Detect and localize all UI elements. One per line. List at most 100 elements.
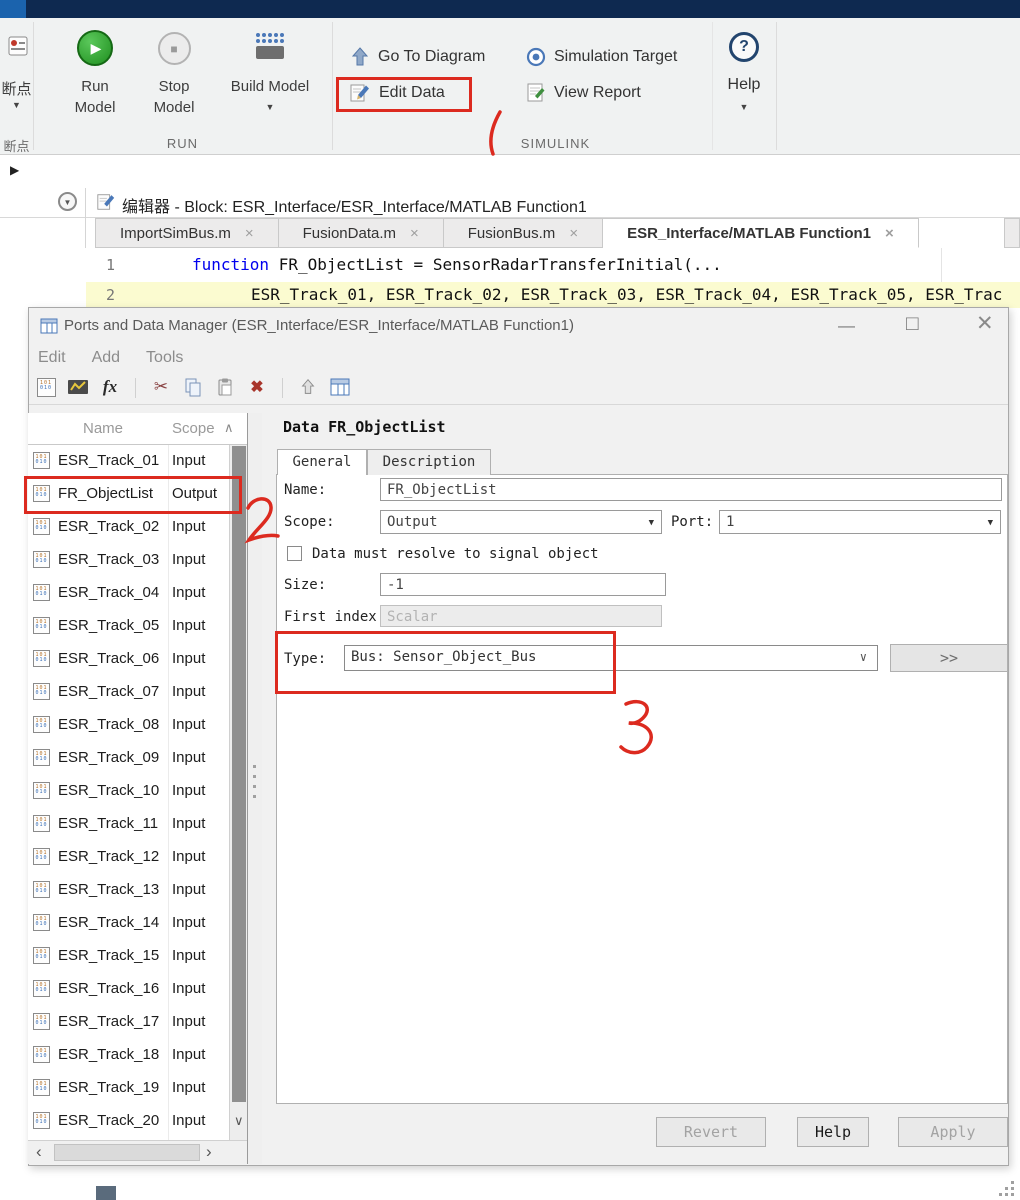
add-signal-icon[interactable] (66, 375, 90, 399)
scroll-down-icon[interactable]: ∨ (234, 1113, 244, 1129)
row-scope: Input (172, 914, 206, 931)
sort-ascending-icon[interactable]: ∧ (224, 420, 234, 436)
run-model-button[interactable]: ▶ Run Model (60, 26, 130, 138)
revert-button[interactable]: Revert (656, 1117, 766, 1147)
editor-tab-fusiondata-m[interactable]: FusionData.m × (278, 218, 444, 248)
ribbon-separator (33, 22, 34, 150)
tab-general[interactable]: General (277, 449, 367, 475)
code-area[interactable]: 1 function FR_ObjectList = SensorRadarTr… (0, 248, 1020, 308)
breakpoint-list-icon[interactable] (6, 34, 30, 58)
maximize-button[interactable]: □ (906, 312, 919, 336)
data-row-esr_track_11[interactable]: 101 010 ESR_Track_11 Input (28, 808, 229, 841)
data-row-esr_track_06[interactable]: 101 010 ESR_Track_06 Input (28, 643, 229, 676)
build-model-button[interactable]: Build Model ▼ (215, 26, 325, 138)
data-row-esr_track_18[interactable]: 101 010 ESR_Track_18 Input (28, 1039, 229, 1072)
stop-model-button[interactable]: ■ Stop Model (142, 26, 206, 138)
help-button[interactable]: ? Help ▼ (714, 28, 774, 138)
dialog-toolbar: 101 010 fx ✂ ✖ (34, 375, 352, 399)
column-header-name[interactable]: Name (48, 420, 158, 437)
data-row-esr_track_13[interactable]: 101 010 ESR_Track_13 Input (28, 874, 229, 907)
help-button-dialog[interactable]: Help (797, 1117, 869, 1147)
data-row-esr_track_17[interactable]: 101 010 ESR_Track_17 Input (28, 1006, 229, 1039)
menu-add[interactable]: Add (92, 349, 120, 366)
menu-edit[interactable]: Edit (38, 349, 66, 366)
column-header-scope[interactable]: Scope (172, 420, 215, 437)
scroll-left-icon[interactable]: ‹ (36, 1142, 42, 1162)
tab-close-icon[interactable]: × (885, 225, 894, 242)
keyword: function (192, 255, 270, 274)
paste-icon[interactable] (213, 375, 237, 399)
editor-tab-fusionbus-m[interactable]: FusionBus.m × (443, 218, 604, 248)
tab-close-icon[interactable]: × (245, 225, 254, 242)
dialog-title: Ports and Data Manager (ESR_Interface/ES… (64, 317, 574, 334)
type-combobox[interactable]: Bus: Sensor_Object_Bus ∨ (344, 645, 878, 671)
tab-overflow-fragment[interactable] (1004, 218, 1020, 248)
data-row-esr_track_12[interactable]: 101 010 ESR_Track_12 Input (28, 841, 229, 874)
scope-dropdown[interactable]: Output ▼ (380, 510, 662, 534)
data-row-esr_track_07[interactable]: 101 010 ESR_Track_07 Input (28, 676, 229, 709)
go-to-diagram-button[interactable]: Go To Diagram (344, 44, 514, 72)
collapse-circle-icon[interactable]: ▼ (58, 192, 77, 211)
port-dropdown[interactable]: 1 ▼ (719, 510, 1001, 534)
editor-tab-importsimbus-m[interactable]: ImportSimBus.m × (95, 218, 279, 248)
size-field[interactable]: -1 (380, 573, 666, 596)
data-row-esr_track_08[interactable]: 101 010 ESR_Track_08 Input (28, 709, 229, 742)
data-row-esr_track_10[interactable]: 101 010 ESR_Track_10 Input (28, 775, 229, 808)
expander-icon[interactable]: ▶ (10, 163, 19, 177)
data-row-esr_track_05[interactable]: 101 010 ESR_Track_05 Input (28, 610, 229, 643)
data-row-esr_track_16[interactable]: 101 010 ESR_Track_16 Input (28, 973, 229, 1006)
breakpoint-label[interactable]: 断点 (0, 78, 33, 99)
chevron-down-icon[interactable]: ▼ (0, 100, 33, 110)
scroll-right-icon[interactable]: › (206, 1142, 212, 1162)
tab-close-icon[interactable]: × (569, 225, 578, 242)
function-icon[interactable]: fx (98, 375, 122, 399)
name-label: Name: (284, 482, 327, 498)
data-row-esr_track_19[interactable]: 101 010 ESR_Track_19 Input (28, 1072, 229, 1105)
data-row-fr_objectlist[interactable]: 101 010 FR_ObjectList Output (28, 478, 229, 511)
data-row-esr_track_03[interactable]: 101 010 ESR_Track_03 Input (28, 544, 229, 577)
row-name: ESR_Track_06 (58, 650, 160, 667)
resolve-checkbox[interactable] (287, 546, 302, 561)
data-type-icon: 101 010 (33, 485, 50, 502)
detail-content-panel (276, 474, 1008, 1104)
data-row-esr_track_01[interactable]: 101 010 ESR_Track_01 Input (28, 445, 229, 478)
scope-value: Output (387, 514, 438, 530)
detail-heading: Data FR_ObjectList (283, 418, 446, 436)
ribbon-separator (712, 22, 713, 150)
list-vertical-scrollbar[interactable]: ∨ (229, 445, 247, 1140)
list-horizontal-scrollbar[interactable]: ‹ › (28, 1140, 247, 1164)
edit-data-button[interactable]: Edit Data (344, 80, 474, 108)
data-row-esr_track_04[interactable]: 101 010 ESR_Track_04 Input (28, 577, 229, 610)
apply-button[interactable]: Apply (898, 1117, 1008, 1147)
row-scope: Input (172, 1046, 206, 1063)
delete-icon[interactable]: ✖ (245, 375, 269, 399)
data-row-esr_track_14[interactable]: 101 010 ESR_Track_14 Input (28, 907, 229, 940)
simulation-target-button[interactable]: Simulation Target (520, 44, 710, 72)
run-icon: ▶ (77, 30, 113, 66)
move-up-icon[interactable] (296, 375, 320, 399)
data-row-esr_track_15[interactable]: 101 010 ESR_Track_15 Input (28, 940, 229, 973)
panel-splitter[interactable] (247, 413, 262, 1164)
promote-dialog-icon[interactable] (328, 375, 352, 399)
copy-icon[interactable] (181, 375, 205, 399)
tab-label: ImportSimBus.m (120, 224, 231, 242)
menu-tools[interactable]: Tools (146, 349, 183, 366)
cut-icon[interactable]: ✂ (149, 375, 173, 399)
name-field[interactable]: FR_ObjectList (380, 478, 1002, 501)
view-report-button[interactable]: View Report (520, 80, 680, 108)
data-row-esr_track_02[interactable]: 101 010 ESR_Track_02 Input (28, 511, 229, 544)
editor-tab-esr-interface-matlab-function1[interactable]: ESR_Interface/MATLAB Function1 × (603, 218, 919, 248)
type-expand-button[interactable]: >> (890, 644, 1008, 672)
row-name: ESR_Track_05 (58, 617, 160, 634)
tab-close-icon[interactable]: × (410, 225, 419, 242)
tab-description[interactable]: Description (367, 449, 491, 475)
scrollbar-thumb[interactable] (54, 1144, 200, 1161)
minimize-button[interactable]: — (838, 316, 855, 336)
new-data-icon[interactable]: 101 010 (34, 375, 58, 399)
data-row-esr_track_20[interactable]: 101 010 ESR_Track_20 Input (28, 1105, 229, 1138)
resize-grip[interactable] (999, 1181, 1017, 1199)
type-value: Bus: Sensor_Object_Bus (351, 649, 537, 665)
scrollbar-thumb[interactable] (232, 446, 246, 1102)
data-row-esr_track_09[interactable]: 101 010 ESR_Track_09 Input (28, 742, 229, 775)
close-button[interactable]: ✕ (976, 311, 994, 336)
